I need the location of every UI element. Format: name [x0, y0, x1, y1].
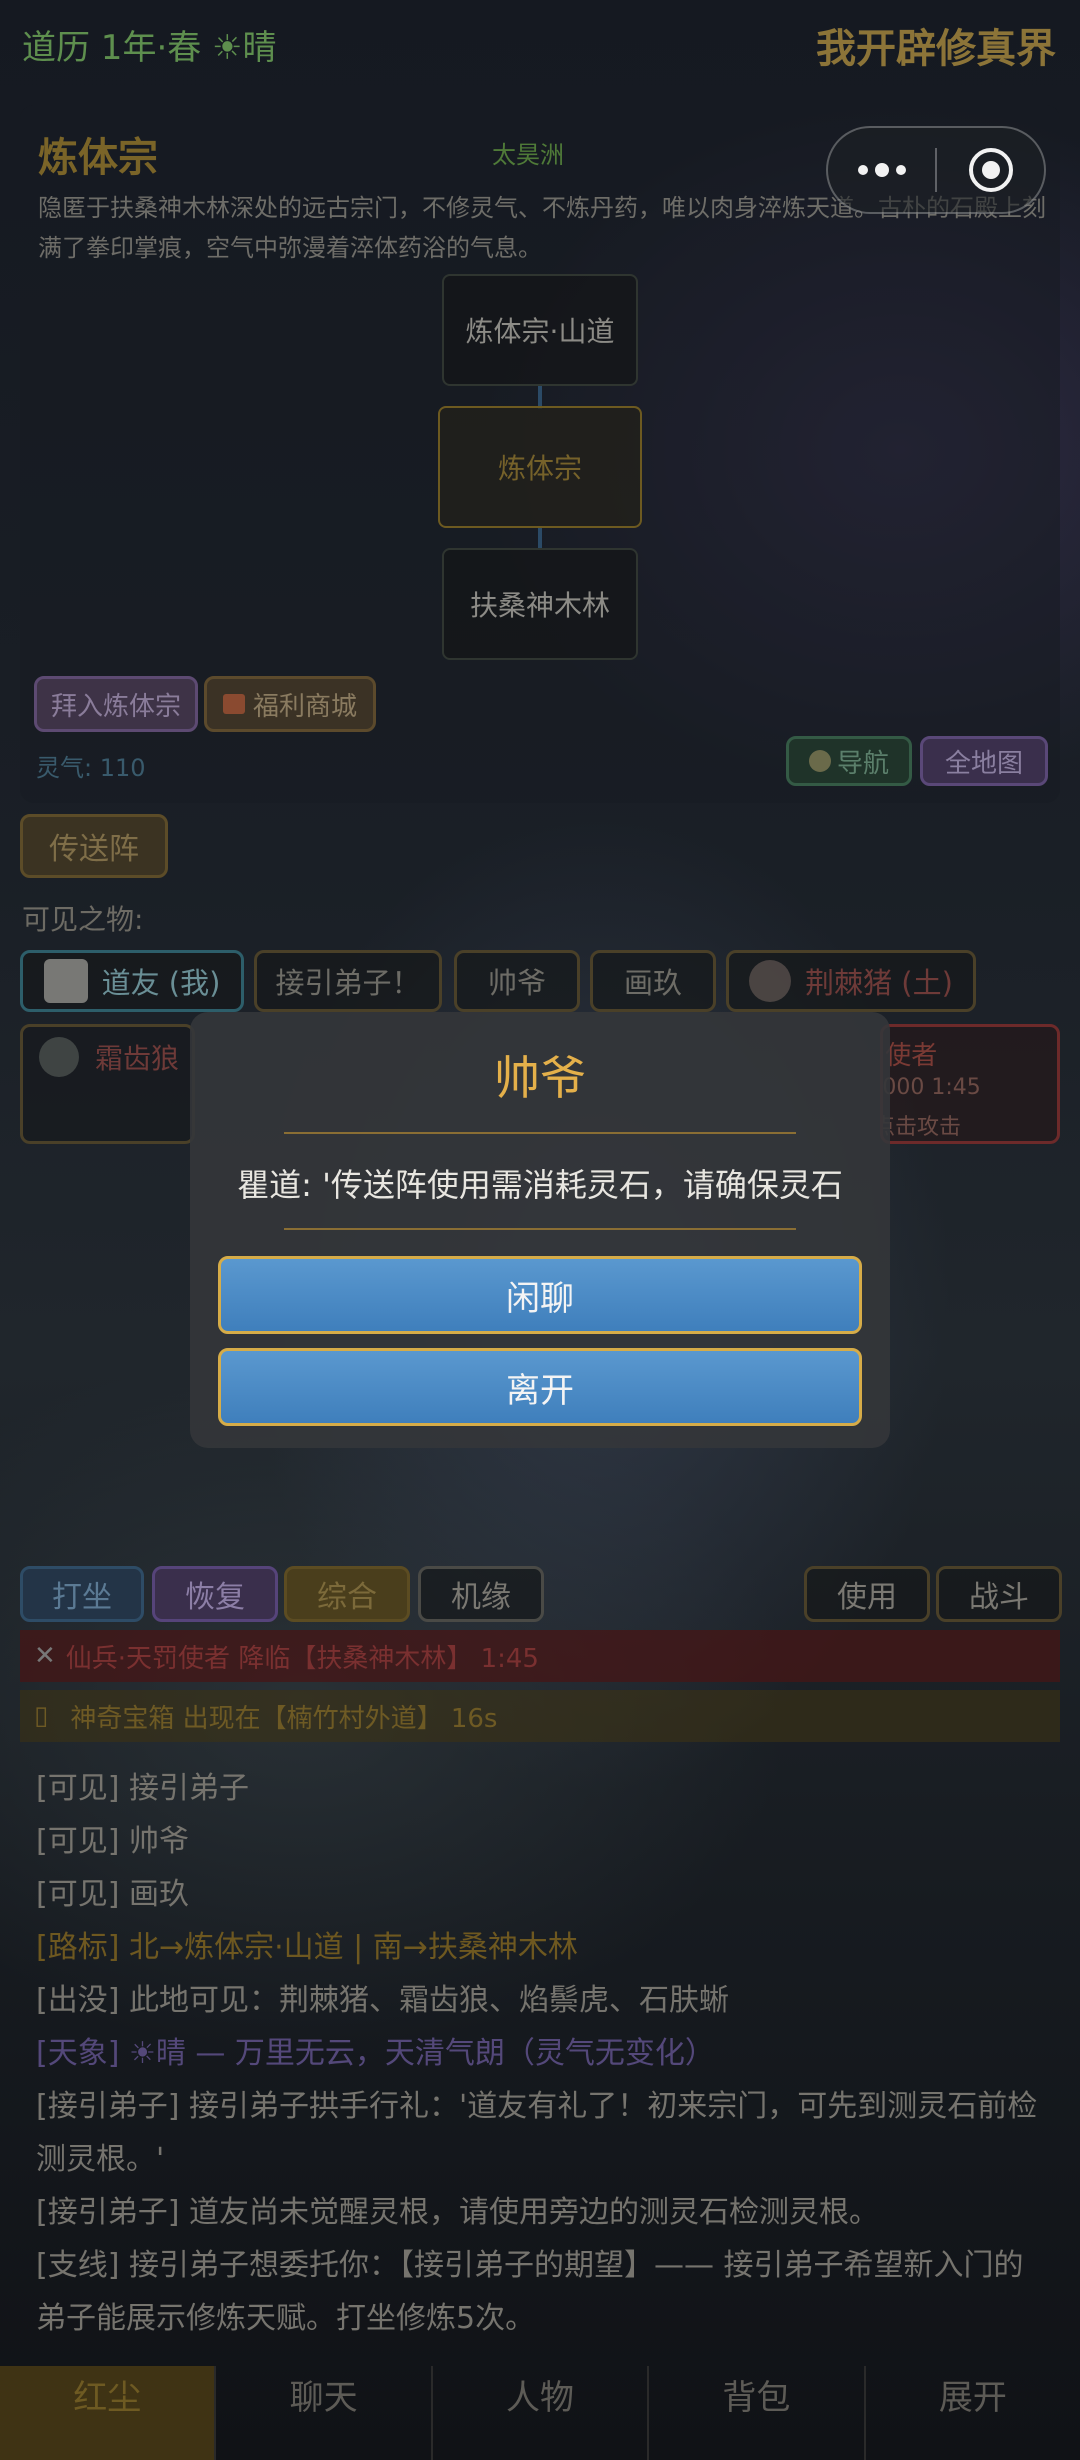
- event-log: [可见] 接引弟子 [可见] 帅爷 [可见] 画玖 [路标] 北→炼体宗·山道 …: [36, 1762, 1046, 2345]
- dialog-divider: [284, 1132, 796, 1134]
- calendar-weather: 道历 1年·春 ☀晴: [22, 28, 277, 68]
- monster-hp-timer: /1000 1:45: [882, 1075, 981, 1100]
- close-miniprogram-icon[interactable]: [937, 128, 1044, 212]
- log-line: [路标] 北→炼体宗·山道 | 南→扶桑神木林: [36, 1930, 578, 1965]
- log-line: [接引弟子] 道友尚未觉醒灵根，请使用旁边的测灵石检测灵根。: [36, 2195, 879, 2230]
- log-line: [接引弟子] 接引弟子拱手行礼：'道友有礼了！初来宗门，可先到测灵石前检测灵根。…: [36, 2089, 1038, 2177]
- world-map-button[interactable]: 全地图: [920, 736, 1048, 786]
- log-line: [天象] ☀晴 — 万里无云，天清气朗（灵气无变化）: [36, 2036, 715, 2071]
- entity-chip-self[interactable]: 道友 (我): [20, 950, 244, 1012]
- banner-text: 神奇宝箱 出现在【楠竹村外道】 16s: [70, 1703, 498, 1734]
- teleport-array-button[interactable]: 传送阵: [20, 814, 168, 878]
- monster-card-celestial-soldier[interactable]: 仙兵·天罚使者 /1000 1:45 点击攻击: [880, 1024, 1060, 1144]
- dialog-divider: [284, 1228, 796, 1230]
- tab-fortune[interactable]: 机缘: [418, 1566, 544, 1622]
- leave-button[interactable]: 离开: [218, 1348, 862, 1426]
- visible-objects-label: 可见之物:: [22, 903, 144, 936]
- chat-button[interactable]: 闲聊: [218, 1256, 862, 1334]
- map-node-current: 炼体宗: [438, 406, 642, 528]
- log-line: [出没] 此地可见：荆棘猪、霜齿狼、焰鬃虎、石肤蜥: [36, 1983, 729, 2018]
- location-name: 炼体宗: [38, 135, 158, 181]
- tab-recover[interactable]: 恢复: [152, 1566, 278, 1622]
- tab-battle[interactable]: 战斗: [936, 1566, 1062, 1622]
- tab-general[interactable]: 综合: [284, 1566, 410, 1622]
- banner-text: 仙兵·天罚使者 降临【扶桑神木林】 1:45: [65, 1643, 539, 1674]
- entity-chip-huajiu[interactable]: 画玖: [590, 950, 716, 1012]
- compass-icon: [808, 750, 831, 772]
- treasure-chest-icon: ▯: [34, 1701, 49, 1731]
- entity-chip-label: 荆棘猪 (土): [805, 966, 953, 1000]
- welfare-shop-button[interactable]: 福利商城: [204, 676, 376, 732]
- tab-use[interactable]: 使用: [804, 1566, 930, 1622]
- nav-item-world[interactable]: 红尘: [0, 2366, 217, 2460]
- entity-chip-label: 道友 (我): [101, 966, 221, 1000]
- entity-chip-thorn-boar[interactable]: 荆棘猪 (土): [726, 950, 976, 1012]
- entity-chip-shuaiye[interactable]: 帅爷: [454, 950, 580, 1012]
- navigation-button[interactable]: 导航: [786, 736, 912, 786]
- region-name: 太昊洲: [492, 141, 564, 169]
- gift-icon: [222, 694, 245, 714]
- attack-hint: 点击攻击: [880, 1115, 962, 1140]
- map-link: [538, 528, 542, 550]
- wolf-icon: [39, 1037, 79, 1077]
- boss-announcement-banner[interactable]: ✕ 仙兵·天罚使者 降临【扶桑神木林】 1:45: [20, 1630, 1060, 1682]
- tab-meditate[interactable]: 打坐: [20, 1566, 144, 1622]
- spirit-energy-value: 灵气: 110: [36, 754, 146, 782]
- navigation-label: 导航: [836, 748, 889, 779]
- dialog-title: 帅爷: [494, 1051, 586, 1105]
- welfare-shop-label: 福利商城: [252, 691, 357, 722]
- map-node-south[interactable]: 扶桑神木林: [442, 548, 638, 660]
- map-node-north[interactable]: 炼体宗·山道: [442, 274, 638, 386]
- log-line: [可见] 帅爷: [36, 1824, 189, 1859]
- nav-item-expand[interactable]: 展开: [866, 2366, 1080, 2460]
- more-menu-icon[interactable]: [828, 128, 935, 212]
- nav-item-character[interactable]: 人物: [433, 2366, 650, 2460]
- log-line: [支线] 接引弟子想委托你：【接引弟子的期望】—— 接引弟子希望新入门的弟子能展…: [36, 2248, 1024, 2336]
- app-title: 我开辟修真界: [816, 26, 1056, 72]
- log-line: [可见] 画玖: [36, 1877, 189, 1912]
- bottom-nav: 红尘 聊天 人物 背包 展开: [0, 2366, 1080, 2460]
- dialog-message: 瞿道: '传送阵使用需消耗灵石，请确保灵石: [237, 1166, 843, 1204]
- player-avatar: [43, 959, 88, 1003]
- crossed-swords-icon: ✕: [34, 1641, 56, 1671]
- nav-item-bag[interactable]: 背包: [649, 2366, 866, 2460]
- join-sect-button[interactable]: 拜入炼体宗: [34, 676, 198, 732]
- boar-avatar: [749, 960, 792, 1002]
- nav-item-chat[interactable]: 聊天: [216, 2366, 433, 2460]
- monster-name: 霜齿狼: [95, 1042, 180, 1075]
- log-line: [可见] 接引弟子: [36, 1771, 249, 1806]
- entity-chip-guide-disciple[interactable]: 接引弟子！: [254, 950, 442, 1012]
- treasure-announcement-banner[interactable]: ▯ 神奇宝箱 出现在【楠竹村外道】 16s: [20, 1690, 1060, 1742]
- miniprogram-capsule: [826, 126, 1046, 214]
- monster-card-frost-wolf[interactable]: 霜齿狼: [20, 1024, 195, 1144]
